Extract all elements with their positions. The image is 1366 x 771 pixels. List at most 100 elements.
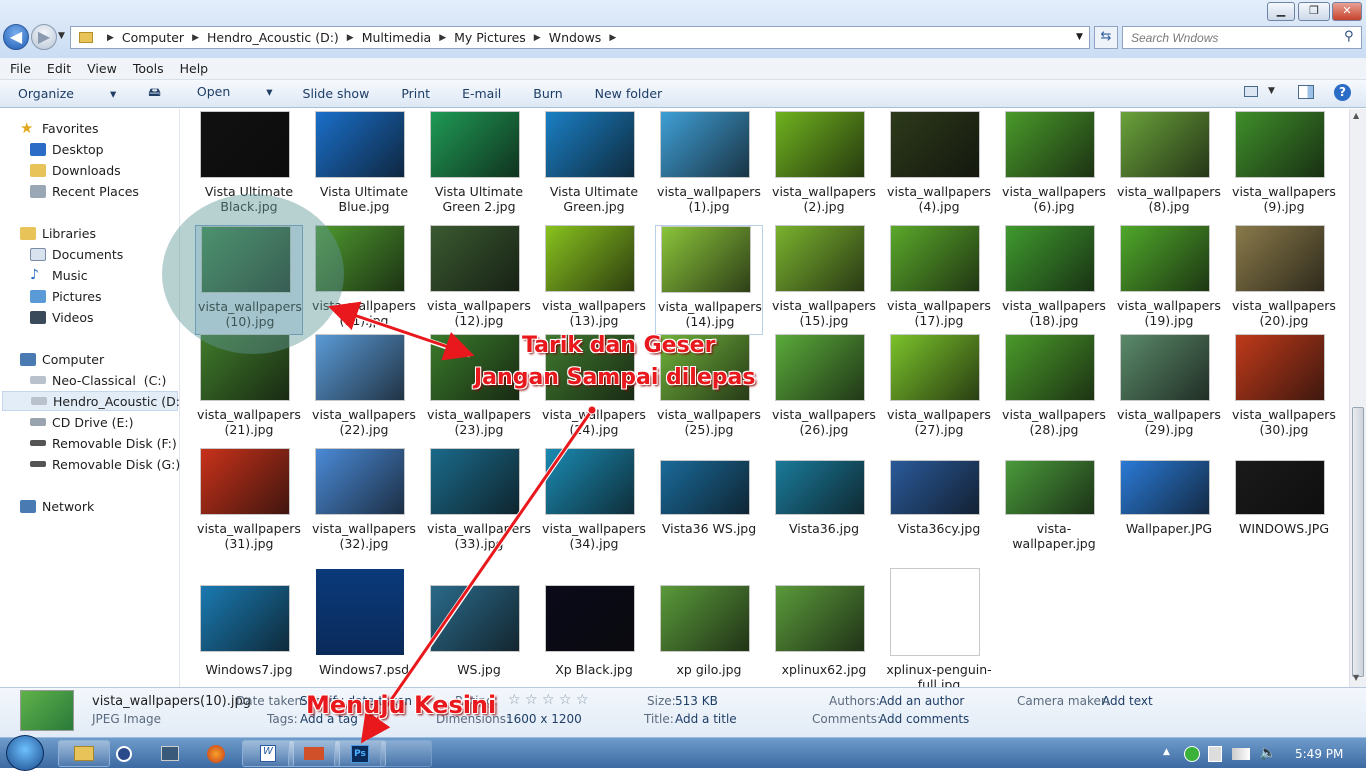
breadcrumb-my-pictures[interactable]: My Pictures xyxy=(454,30,526,45)
taskbar-app-3[interactable] xyxy=(148,740,192,767)
file-item[interactable]: vista_wallpapers(18).jpg xyxy=(1000,225,1108,335)
nav-favorites[interactable]: ★ Favorites xyxy=(20,118,98,138)
view-icon[interactable] xyxy=(1244,86,1258,97)
file-item[interactable]: vista_wallpapers(33).jpg xyxy=(425,448,533,558)
start-orb-icon[interactable] xyxy=(6,735,44,771)
file-item[interactable]: WS.jpg xyxy=(425,580,533,687)
search-icon[interactable]: ⚲ xyxy=(1344,29,1354,44)
email-button[interactable]: E-mail xyxy=(462,86,501,101)
breadcrumb-computer[interactable]: Computer xyxy=(122,30,184,45)
search-input[interactable]: Search Wndows xyxy=(1122,26,1362,49)
nav-libraries[interactable]: Libraries xyxy=(20,223,96,243)
file-item[interactable]: vista_wallpapers(31).jpg xyxy=(195,448,303,558)
nav-documents[interactable]: Documents xyxy=(30,244,123,264)
file-item[interactable]: vista_wallpapers(20).jpg xyxy=(1230,225,1338,335)
nav-pictures[interactable]: Pictures xyxy=(30,286,102,306)
file-item[interactable]: xp gilo.jpg xyxy=(655,580,763,687)
nav-drive-e[interactable]: CD Drive (E:) xyxy=(30,412,134,432)
file-item[interactable]: vista_wallpapers(9).jpg xyxy=(1230,111,1338,221)
taskbar-firefox[interactable] xyxy=(194,740,238,767)
nav-network[interactable]: Network xyxy=(20,496,94,516)
file-item[interactable]: xplinux62.jpg xyxy=(770,580,878,687)
file-item[interactable]: vista_wallpapers(32).jpg xyxy=(310,448,418,558)
file-item[interactable]: vista_wallpapers(15).jpg xyxy=(770,225,878,335)
file-item[interactable]: vista_wallpapers(4).jpg xyxy=(885,111,993,221)
breadcrumb-drive[interactable]: Hendro_Acoustic (D:) xyxy=(207,30,339,45)
refresh-icon[interactable]: ⇆ xyxy=(1094,26,1118,49)
open-button[interactable]: 🖴 Open ▾ xyxy=(148,83,272,104)
burn-button[interactable]: Burn xyxy=(533,86,562,101)
camera-maker-value[interactable]: Add text xyxy=(1102,694,1153,708)
menu-view[interactable]: View xyxy=(87,61,117,76)
nav-recent-places[interactable]: Recent Places xyxy=(30,181,139,201)
nav-downloads[interactable]: Downloads xyxy=(30,160,121,180)
nav-music[interactable]: ♪ Music xyxy=(30,265,88,285)
file-item[interactable]: vista_wallpapers(6).jpg xyxy=(1000,111,1108,221)
vertical-scrollbar[interactable]: ▲ ▼ xyxy=(1349,109,1366,687)
file-item[interactable]: Windows7.jpg xyxy=(195,580,303,687)
file-item[interactable]: Vista Ultimate Green.jpg xyxy=(540,111,648,221)
file-item[interactable]: vista_wallpapers(30).jpg xyxy=(1230,334,1338,444)
file-item[interactable]: xplinux-penguin-full.jpg xyxy=(885,568,993,687)
file-item[interactable]: Vista Ultimate Blue.jpg xyxy=(310,111,418,221)
file-item[interactable]: Vista36.jpg xyxy=(770,448,878,558)
tray-signal-icon[interactable] xyxy=(1232,748,1250,760)
file-item[interactable]: Vista36cy.jpg xyxy=(885,448,993,558)
file-item[interactable]: Vista Ultimate Green 2.jpg xyxy=(425,111,533,221)
file-item[interactable]: Wallpaper.JPG xyxy=(1115,448,1223,558)
taskbar-app-6[interactable] xyxy=(288,740,340,767)
title-value[interactable]: Add a title xyxy=(675,712,737,726)
view-dropdown-icon[interactable]: ▼ xyxy=(1268,86,1275,96)
clock[interactable]: 5:49 PM xyxy=(1295,747,1343,761)
file-item[interactable]: vista_wallpapers(8).jpg xyxy=(1115,111,1223,221)
print-button[interactable]: Print xyxy=(401,86,430,101)
breadcrumb-multimedia[interactable]: Multimedia xyxy=(362,30,432,45)
file-item[interactable]: vista_wallpapers(2).jpg xyxy=(770,111,878,221)
taskbar-word[interactable]: W xyxy=(242,740,294,767)
nav-desktop[interactable]: Desktop xyxy=(30,139,104,159)
maximize-button[interactable]: ❐ xyxy=(1298,2,1330,21)
comments-value[interactable]: Add comments xyxy=(879,712,969,726)
recent-pages-chevron-icon[interactable]: ▼ xyxy=(58,31,65,41)
show-hidden-icons[interactable]: ▲ xyxy=(1163,747,1170,757)
nav-videos[interactable]: Videos xyxy=(30,307,94,327)
volume-icon[interactable]: 🔈 xyxy=(1259,745,1276,761)
nav-drive-f[interactable]: Removable Disk (F:) xyxy=(30,433,177,453)
authors-value[interactable]: Add an author xyxy=(879,694,964,708)
file-item[interactable]: WINDOWS.JPG xyxy=(1230,448,1338,558)
taskbar-app-8[interactable] xyxy=(380,740,432,767)
help-icon[interactable]: ? xyxy=(1334,84,1351,101)
tray-network-icon[interactable] xyxy=(1184,746,1200,762)
nav-computer[interactable]: Computer xyxy=(20,349,104,369)
file-item[interactable]: vista_wallpapers(29).jpg xyxy=(1115,334,1223,444)
rating-stars[interactable]: ☆ ☆ ☆ ☆ ☆ xyxy=(508,692,589,708)
nav-drive-c[interactable]: Neo-Classical (C:) xyxy=(30,370,166,390)
new-folder-button[interactable]: New folder xyxy=(595,86,663,101)
menu-tools[interactable]: Tools xyxy=(133,61,164,76)
close-button[interactable]: ✕ xyxy=(1332,2,1362,21)
preview-pane-icon[interactable] xyxy=(1298,85,1314,99)
taskbar-photoshop[interactable]: Ps xyxy=(334,740,386,767)
nav-drive-g[interactable]: Removable Disk (G:) xyxy=(30,454,180,474)
scrollbar-thumb[interactable] xyxy=(1352,407,1364,677)
file-item[interactable]: vista_wallpapers(28).jpg xyxy=(1000,334,1108,444)
file-item[interactable]: vista_wallpapers(17).jpg xyxy=(885,225,993,335)
file-item[interactable]: vista-wallpaper.jpg xyxy=(1000,448,1108,558)
tray-device-icon[interactable] xyxy=(1208,746,1222,762)
file-item[interactable]: vista_wallpapers(22).jpg xyxy=(310,334,418,444)
file-item[interactable]: vista_wallpapers(1).jpg xyxy=(655,111,763,221)
address-bar[interactable]: ▶ Computer ▶ Hendro_Acoustic (D:) ▶ Multim… xyxy=(70,26,1090,49)
taskbar-app-2[interactable] xyxy=(102,740,146,767)
file-item[interactable]: Windows7.psd xyxy=(310,568,418,687)
menu-file[interactable]: File xyxy=(10,61,31,76)
minimize-button[interactable]: ▁ xyxy=(1267,2,1295,21)
file-item[interactable]: vista_wallpapers(27).jpg xyxy=(885,334,993,444)
back-icon[interactable]: ◀ xyxy=(3,24,29,50)
menu-edit[interactable]: Edit xyxy=(47,61,71,76)
file-item[interactable]: vista_wallpapers(34).jpg xyxy=(540,448,648,558)
address-dropdown-icon[interactable]: ▼ xyxy=(1076,32,1083,42)
menu-help[interactable]: Help xyxy=(180,61,209,76)
nav-drive-d[interactable]: Hendro_Acoustic (D:) xyxy=(2,391,185,411)
file-item[interactable]: vista_wallpapers(13).jpg xyxy=(540,225,648,335)
slideshow-button[interactable]: Slide show xyxy=(303,86,370,101)
